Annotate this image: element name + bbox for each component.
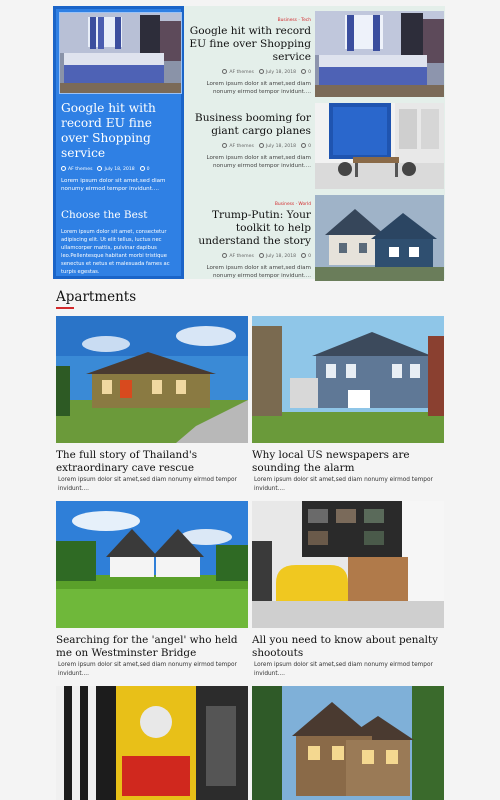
comment-count[interactable]: 0 [147,167,150,172]
featured-list-item-meta: AF themes July 18, 2018 0 [189,143,311,149]
category-label[interactable]: Business · World [189,202,311,207]
featured-main-meta: AF themes July 18, 2018 0 [61,166,176,172]
author-meta[interactable]: AF themes [222,253,254,259]
clock-icon [258,253,264,258]
promo-title: Choose the Best [61,209,148,221]
comments-meta[interactable]: 0 [301,253,311,259]
category-label[interactable]: Business · Tech [189,18,311,23]
featured-list-item-text: Business · Tech Google hit with record E… [189,9,315,99]
featured-list-item[interactable]: Business · World Trump-Putin: Your toolk… [189,193,445,283]
post-date: July 18, 2018 [265,254,297,259]
featured-main-image[interactable] [59,12,182,94]
featured-main-title[interactable]: Google hit with record EU fine over Shop… [61,101,176,161]
featured-list-item-title[interactable]: Trump-Putin: Your toolkit to help unders… [189,209,311,248]
comment-icon [301,143,307,148]
comment-icon [139,166,145,171]
article-image[interactable] [56,501,248,628]
author-name[interactable]: AF themes [229,70,253,75]
article-title[interactable]: All you need to know about penalty shoot… [252,634,444,659]
article-excerpt: Lorem ipsum dolor sit amet,sed diam nonu… [254,477,433,492]
featured-list-item[interactable]: Business · Tech Google hit with record E… [189,9,445,99]
clock-icon [258,69,264,74]
article-image[interactable] [252,316,444,443]
clock-icon [97,166,103,171]
article-image[interactable] [252,686,444,800]
author-name[interactable]: AF themes [229,254,253,259]
user-icon [222,69,228,74]
article-title[interactable]: The full story of Thailand's extraordina… [56,449,248,474]
featured-list-item[interactable]: Business booming for giant cargo planes … [189,101,445,191]
featured-list-item-excerpt: Lorem ipsum dolor sit amet,sed diam nonu… [206,155,311,169]
post-date: July 18, 2018 [265,70,297,75]
author-meta[interactable]: AF themes [222,69,254,75]
article-card[interactable]: Why local US newspapers are sounding the… [252,316,444,494]
date-meta: July 18, 2018 [258,253,297,259]
article-image[interactable] [252,501,444,628]
featured-list-item-text: Business · World Trump-Putin: Your toolk… [189,193,315,283]
author-meta[interactable]: AF themes [222,143,254,149]
user-icon [222,253,228,258]
featured-list-item-meta: AF themes July 18, 2018 0 [189,253,311,259]
comment-icon [301,253,307,258]
article-image[interactable] [56,686,248,800]
comment-count[interactable]: 0 [308,254,311,259]
featured-main-excerpt: Lorem ipsum dolor sit amet,sed diam nonu… [61,178,166,192]
comments-meta[interactable]: 0 [301,69,311,75]
article-card[interactable]: Searching for the 'angel' who held me on… [56,501,248,679]
clock-icon [258,143,264,148]
comment-count[interactable]: 0 [308,70,311,75]
user-icon [222,143,228,148]
author-name[interactable]: AF themes [68,167,92,172]
date-meta: July 18, 2018 [97,166,135,172]
article-image[interactable] [56,316,248,443]
article-title[interactable]: Searching for the 'angel' who held me on… [56,634,248,659]
article-excerpt: Lorem ipsum dolor sit amet,sed diam nonu… [58,477,237,492]
article-title[interactable]: Why local US newspapers are sounding the… [252,449,444,474]
featured-list-item-excerpt: Lorem ipsum dolor sit amet,sed diam nonu… [206,265,311,279]
featured-list-item-image[interactable] [315,11,444,97]
author-meta[interactable]: AF themes [61,166,92,172]
post-date: July 18, 2018 [104,167,135,172]
article-excerpt: Lorem ipsum dolor sit amet,sed diam nonu… [254,662,433,677]
section-title[interactable]: Apartments [56,289,136,305]
featured-list-item-text: Business booming for giant cargo planes … [189,101,315,191]
date-meta: July 18, 2018 [258,69,297,75]
featured-list-item-title[interactable]: Business booming for giant cargo planes [189,112,311,138]
post-date: July 18, 2018 [265,144,297,149]
comments-meta[interactable]: 0 [301,143,311,149]
section-title-underline [56,307,74,309]
page: Google hit with record EU fine over Shop… [0,0,500,800]
featured-list: Business · Tech Google hit with record E… [184,6,445,281]
featured-list-item-image[interactable] [315,195,444,281]
user-icon [61,166,66,171]
article-card[interactable] [56,686,248,800]
article-card[interactable]: The full story of Thailand's extraordina… [56,316,248,494]
featured-list-item-title[interactable]: Google hit with record EU fine over Shop… [189,25,311,64]
article-card[interactable] [252,686,444,800]
featured-list-item-excerpt: Lorem ipsum dolor sit amet,sed diam nonu… [206,81,311,95]
comment-count[interactable]: 0 [308,144,311,149]
article-excerpt: Lorem ipsum dolor sit amet,sed diam nonu… [58,662,237,677]
featured-list-item-meta: AF themes July 18, 2018 0 [189,69,311,75]
promo-text: Lorem ipsum dolor sit amet, consectetur … [61,229,170,275]
featured-main-card[interactable]: Google hit with record EU fine over Shop… [53,6,184,279]
featured-area: Google hit with record EU fine over Shop… [53,6,445,281]
comment-icon [301,69,307,74]
date-meta: July 18, 2018 [258,143,297,149]
article-card[interactable]: All you need to know about penalty shoot… [252,501,444,679]
comments-meta[interactable]: 0 [139,166,150,172]
author-name[interactable]: AF themes [229,144,253,149]
featured-list-item-image[interactable] [315,103,444,189]
